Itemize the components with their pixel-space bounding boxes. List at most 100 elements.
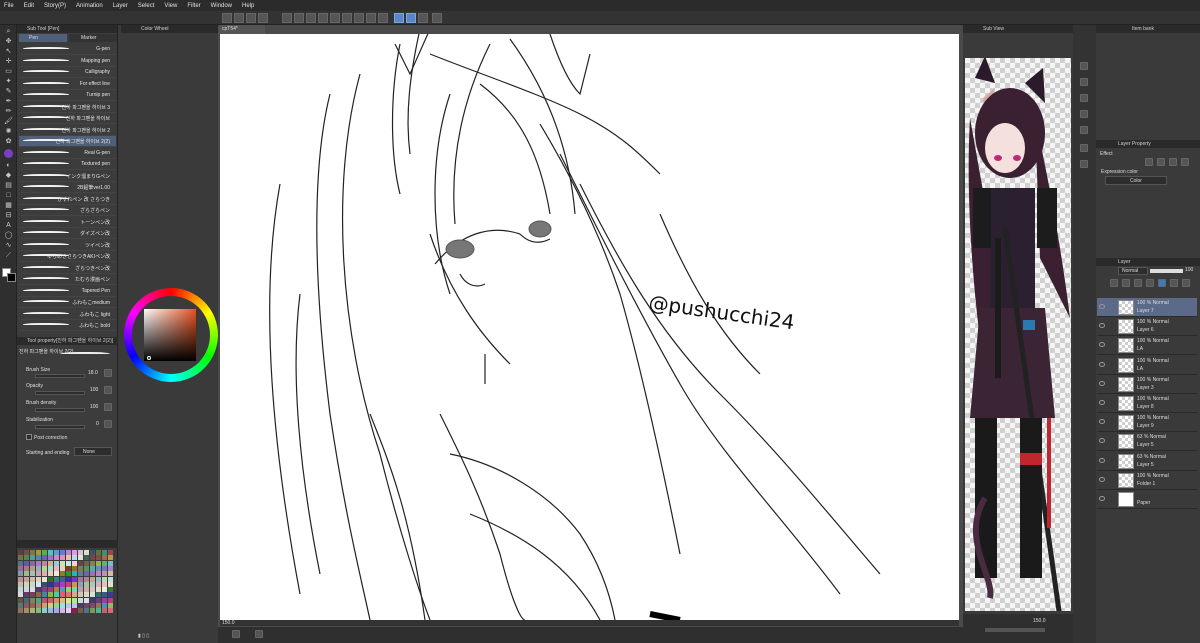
color-swatch[interactable] [30, 565, 35, 571]
color-swatch[interactable] [108, 581, 113, 587]
brush-density-slider[interactable] [35, 408, 85, 412]
brush-density-value[interactable]: 100 [90, 404, 98, 410]
layer-visibility-icon[interactable] [1099, 380, 1105, 386]
strip-icon-7[interactable] [1080, 160, 1088, 168]
color-swatch[interactable] [108, 592, 113, 598]
color-swatch[interactable] [60, 560, 65, 566]
color-swatch[interactable] [24, 550, 29, 555]
color-swatch[interactable] [42, 550, 47, 555]
layer-row[interactable]: Paper [1097, 490, 1197, 509]
layer-visibility-icon[interactable] [1099, 323, 1105, 329]
effect-color-icon[interactable] [1181, 158, 1189, 166]
color-swatch[interactable] [48, 576, 53, 582]
color-swatch[interactable] [24, 587, 29, 593]
color-swatch[interactable] [84, 555, 89, 561]
color-swatch[interactable] [54, 565, 59, 571]
color-swatch[interactable] [18, 565, 23, 571]
color-swatch[interactable] [108, 550, 113, 555]
color-swatch[interactable] [102, 597, 107, 603]
menu-select[interactable]: Select [138, 3, 155, 9]
layer-visibility-icon[interactable] [1099, 496, 1105, 501]
brush-item[interactable]: トーンペン改 [19, 217, 116, 228]
effect-border-icon[interactable] [1145, 158, 1153, 166]
color-swatch[interactable] [102, 592, 107, 598]
color-swatch[interactable] [66, 550, 71, 555]
color-swatch[interactable] [96, 587, 101, 593]
color-swatch[interactable] [54, 581, 59, 587]
color-swatch[interactable] [96, 603, 101, 608]
color-swatch[interactable] [30, 571, 35, 577]
color-swatch[interactable] [30, 597, 35, 603]
color-swatch[interactable] [108, 565, 113, 571]
color-swatch[interactable] [42, 603, 47, 608]
color-swatch[interactable] [78, 576, 83, 582]
layer-move-icon[interactable]: ✛ [3, 57, 14, 66]
color-swatch[interactable] [30, 608, 35, 614]
color-swatch[interactable] [36, 571, 41, 577]
color-swatch[interactable] [18, 581, 23, 587]
color-swatch[interactable] [42, 571, 47, 577]
color-swatch[interactable] [48, 565, 53, 571]
color-swatch[interactable] [108, 608, 113, 614]
layer-row[interactable]: 100 % Normal Layer 6 [1097, 317, 1197, 337]
brush-size-slider[interactable] [35, 374, 85, 378]
stabilization-icon[interactable] [104, 420, 112, 428]
brush-tool-icon[interactable]: 🖌 [3, 117, 14, 126]
color-swatch[interactable] [72, 560, 77, 566]
color-swatch[interactable] [30, 576, 35, 582]
color-swatch[interactable] [60, 608, 65, 614]
eraser-tool-icon[interactable] [4, 149, 13, 158]
color-swatch[interactable] [102, 550, 107, 555]
color-swatch[interactable] [54, 597, 59, 603]
strip-icon-4[interactable] [1080, 110, 1088, 118]
brush-item[interactable]: 진하 파그펜을 하이브 3 [19, 102, 116, 113]
color-swatch[interactable] [60, 603, 65, 608]
clear-icon[interactable] [306, 13, 316, 23]
color-swatch[interactable] [48, 608, 53, 614]
effect-tone-icon[interactable] [1157, 158, 1165, 166]
brush-item[interactable]: ふわもこmedium [19, 297, 116, 308]
color-swatch[interactable] [18, 592, 23, 598]
brush-item[interactable]: Calligraphy [19, 67, 116, 78]
strip-icon-2[interactable] [1080, 78, 1088, 86]
menu-view[interactable]: View [164, 3, 177, 9]
stabilization-slider[interactable] [35, 425, 85, 429]
expression-color-select[interactable]: Color [1105, 176, 1167, 185]
color-swatch[interactable] [18, 550, 23, 555]
color-swatch[interactable] [72, 597, 77, 603]
layer-visibility-icon[interactable] [1099, 342, 1105, 348]
layer-visibility-icon[interactable] [1099, 457, 1105, 463]
color-swatch[interactable] [24, 592, 29, 598]
save-icon[interactable] [246, 13, 256, 23]
color-swatch[interactable] [30, 555, 35, 561]
color-swatch[interactable] [96, 581, 101, 587]
color-swatch[interactable] [54, 576, 59, 582]
layer-visibility-icon[interactable] [1099, 419, 1105, 425]
color-swatch[interactable] [30, 560, 35, 566]
layer-reference-icon[interactable] [1122, 279, 1130, 287]
color-swatch[interactable] [30, 581, 35, 587]
color-swatch[interactable] [54, 587, 59, 593]
pencil-tool-icon[interactable]: ✏ [3, 107, 14, 116]
snap-grid-icon[interactable] [418, 13, 428, 23]
color-swatch[interactable] [48, 560, 53, 566]
color-swatch[interactable] [66, 587, 71, 593]
color-swatch[interactable] [78, 565, 83, 571]
color-swatch[interactable] [102, 603, 107, 608]
color-swatch[interactable] [24, 565, 29, 571]
color-swatch[interactable] [18, 608, 23, 614]
color-swatch[interactable] [36, 597, 41, 603]
color-swatch[interactable] [96, 576, 101, 582]
color-swatch[interactable] [36, 581, 41, 587]
brush-item[interactable]: Textured pen [19, 159, 116, 170]
layer-clip-icon[interactable] [1110, 279, 1118, 287]
ruler-tool-icon[interactable]: ⊟ [3, 211, 14, 220]
color-swatch[interactable] [30, 587, 35, 593]
layer-row[interactable]: 100 % Normal LA [1097, 356, 1197, 375]
color-swatch[interactable] [102, 581, 107, 587]
color-swatch[interactable] [66, 581, 71, 587]
color-swatch[interactable] [48, 587, 53, 593]
color-swatch[interactable] [66, 592, 71, 598]
color-swatch[interactable] [84, 581, 89, 587]
color-swatch[interactable] [36, 550, 41, 555]
